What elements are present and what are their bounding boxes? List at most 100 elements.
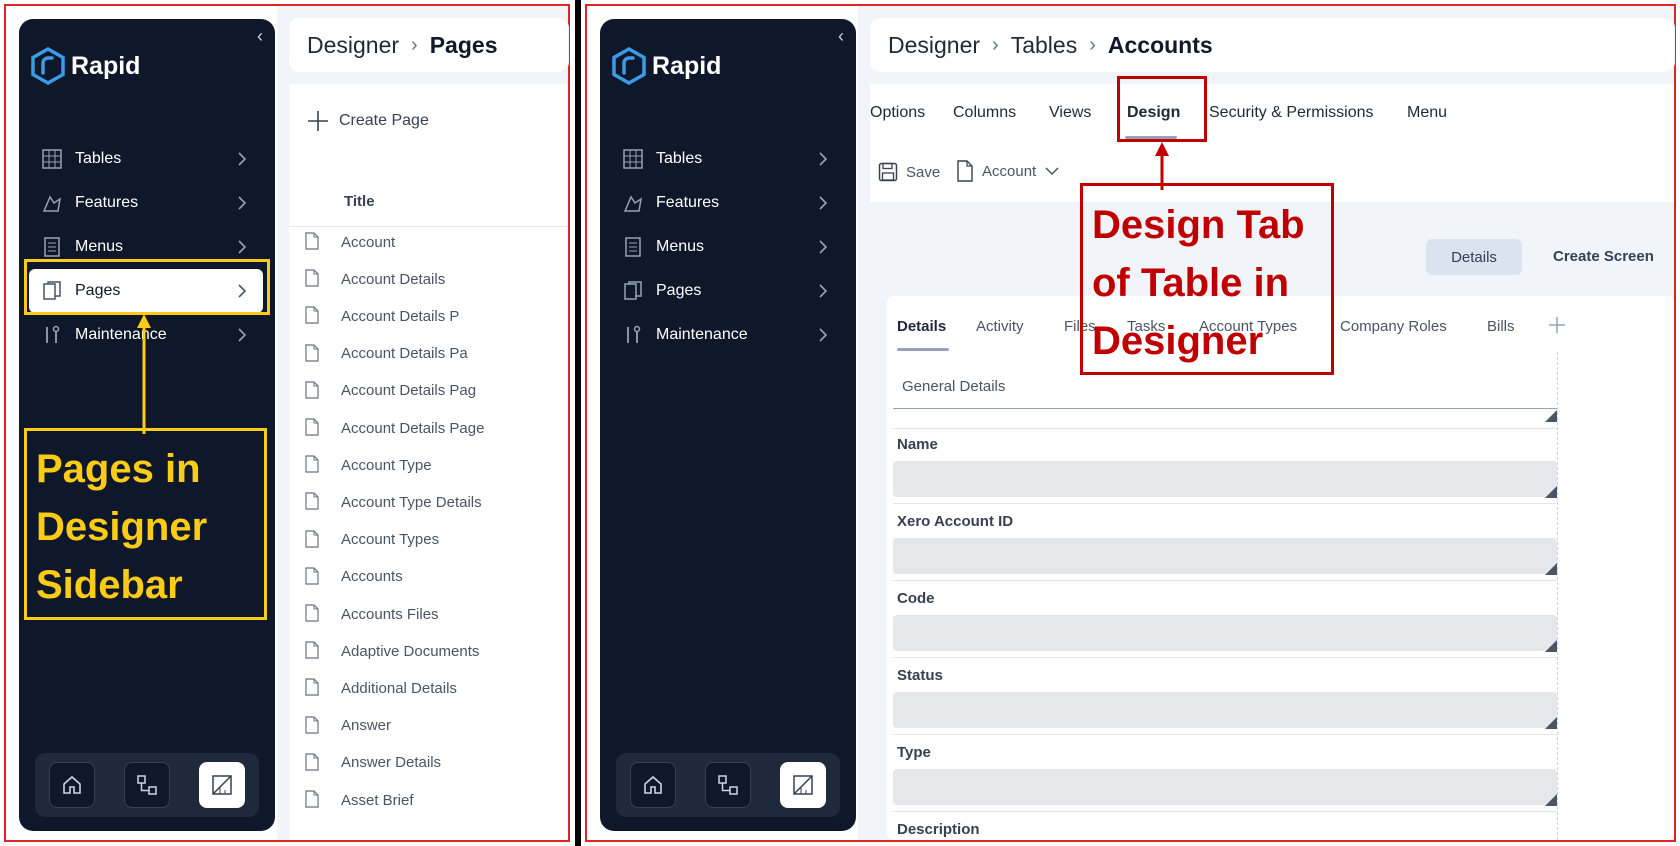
sidebar-item-label: Tables [75, 150, 122, 167]
breadcrumb-separator-icon: › [992, 33, 999, 56]
subtab-company-roles[interactable]: Company Roles [1340, 318, 1447, 335]
create-page-button[interactable]: Create Page [307, 110, 429, 132]
create-page-label: Create Page [339, 112, 429, 129]
list-item[interactable]: Account [305, 232, 555, 252]
list-item[interactable]: Account Details P [305, 306, 555, 326]
column-header-title[interactable]: Title [344, 193, 375, 210]
chevron-right-icon [238, 196, 247, 210]
field-label[interactable]: Xero Account ID [897, 513, 1013, 530]
sidebar-item-tables[interactable]: Tables [29, 137, 263, 181]
tab-views[interactable]: Views [1049, 104, 1091, 122]
home-button[interactable] [49, 762, 96, 808]
field-input-placeholder[interactable] [893, 461, 1557, 497]
list-item[interactable]: Account Details [305, 269, 555, 289]
subtab-activity[interactable]: Activity [976, 318, 1024, 335]
list-item[interactable]: Account Details Pa [305, 343, 555, 364]
annotation-callout-text: Pages in Designer Sidebar [36, 440, 207, 614]
features-icon [41, 192, 63, 214]
list-item[interactable]: Account Type [305, 455, 555, 475]
list-item-title: Asset Brief [341, 791, 414, 809]
tab-columns[interactable]: Columns [953, 104, 1016, 122]
list-item[interactable]: Asset Brief [305, 790, 555, 810]
resize-handle-icon[interactable] [1545, 794, 1557, 806]
active-subtab-underline [897, 348, 949, 351]
resize-handle-icon[interactable] [1545, 410, 1557, 422]
field-label[interactable]: Status [897, 667, 943, 684]
list-item[interactable]: Account Details Page [305, 418, 555, 438]
sidebar-item-pages[interactable]: Pages [610, 269, 844, 313]
tab-options[interactable]: Options [870, 104, 925, 122]
add-tab-icon[interactable] [1548, 316, 1566, 334]
list-item[interactable]: Additional Details [305, 678, 555, 698]
annotation-line: Design Tab [1092, 203, 1305, 247]
right-screenshot-frame: ‹ Rapid Tables Features Menus Pages Main… [585, 4, 1676, 842]
sidebar-bottom-bar [616, 753, 840, 817]
home-button[interactable] [630, 762, 677, 808]
sidebar-item-features[interactable]: Features [610, 181, 844, 225]
resize-handle-icon[interactable] [1545, 717, 1557, 729]
resize-handle-icon[interactable] [1545, 563, 1557, 575]
create-screen-button[interactable]: Create Screen [1553, 248, 1654, 265]
field-input-placeholder[interactable] [893, 615, 1557, 651]
list-item[interactable]: Answer [305, 715, 555, 736]
designer-button[interactable] [779, 762, 826, 808]
sidebar-item-maintenance[interactable]: Maintenance [610, 313, 844, 357]
list-item[interactable]: Account Type Details [305, 492, 555, 512]
collapse-icon[interactable]: ‹ [838, 27, 844, 45]
field-label[interactable]: Type [897, 744, 931, 761]
rapid-logo-icon [612, 47, 646, 85]
field-input-placeholder[interactable] [893, 538, 1557, 574]
chevron-down-icon [1045, 167, 1059, 176]
breadcrumb-separator-icon: › [1089, 33, 1096, 56]
sidebar-item-features[interactable]: Features [29, 181, 263, 225]
list-item[interactable]: Adaptive Documents [305, 641, 555, 661]
design-tab-highlight-box [1117, 76, 1207, 142]
sidebar-item-label: Features [75, 194, 139, 211]
tab-menu[interactable]: Menu [1407, 104, 1447, 122]
document-icon [305, 641, 319, 659]
details-button[interactable]: Details [1426, 239, 1522, 275]
logo-text: Rapid [652, 51, 722, 80]
save-button[interactable]: Save [878, 162, 940, 182]
chevron-right-icon [819, 284, 828, 298]
list-item[interactable]: Account Types [305, 529, 555, 550]
list-item[interactable]: Answer Details [305, 753, 555, 773]
breadcrumb-root[interactable]: Designer [307, 32, 399, 59]
field-label[interactable]: Name [897, 436, 938, 453]
logo[interactable]: Rapid [31, 47, 140, 85]
logo[interactable]: Rapid [612, 47, 721, 85]
designer-icon [792, 775, 813, 795]
page-selector[interactable]: Account [956, 160, 1060, 182]
sidebar-item-label: Tables [656, 150, 703, 167]
list-item-title: Account Types [341, 531, 440, 549]
subtab-bills[interactable]: Bills [1487, 318, 1515, 335]
section-underline [893, 408, 1557, 409]
resize-handle-icon[interactable] [1545, 640, 1557, 652]
section-title[interactable]: General Details [902, 378, 1005, 395]
designer-button[interactable] [198, 762, 245, 808]
sidebar-item-tables[interactable]: Tables [610, 137, 844, 181]
document-icon [305, 269, 319, 287]
field-input-placeholder[interactable] [893, 692, 1557, 728]
field-label[interactable]: Description [897, 821, 980, 838]
sidebar-item-menus[interactable]: Menus [610, 225, 844, 269]
workflow-icon [718, 775, 738, 795]
collapse-icon[interactable]: ‹ [257, 27, 263, 45]
breadcrumb: Designer › Pages [289, 18, 568, 72]
annotation-line: Sidebar [36, 563, 183, 607]
tab-security-permissions[interactable]: Security & Permissions [1209, 104, 1374, 122]
resize-handle-icon[interactable] [1545, 486, 1557, 498]
workflow-button[interactable] [123, 762, 170, 808]
subtab-details[interactable]: Details [897, 318, 946, 335]
list-item[interactable]: Accounts [305, 567, 555, 587]
field-label[interactable]: Code [897, 590, 935, 607]
document-icon [305, 306, 319, 324]
list-item[interactable]: Accounts Files [305, 604, 555, 624]
breadcrumb-root[interactable]: Designer [888, 32, 980, 59]
workflow-button[interactable] [704, 762, 751, 808]
field-input-placeholder[interactable] [893, 769, 1557, 805]
breadcrumb-mid[interactable]: Tables [1011, 32, 1077, 59]
list-item[interactable]: Account Details Pag [305, 381, 555, 401]
document-icon [305, 604, 319, 622]
home-icon [644, 775, 663, 794]
